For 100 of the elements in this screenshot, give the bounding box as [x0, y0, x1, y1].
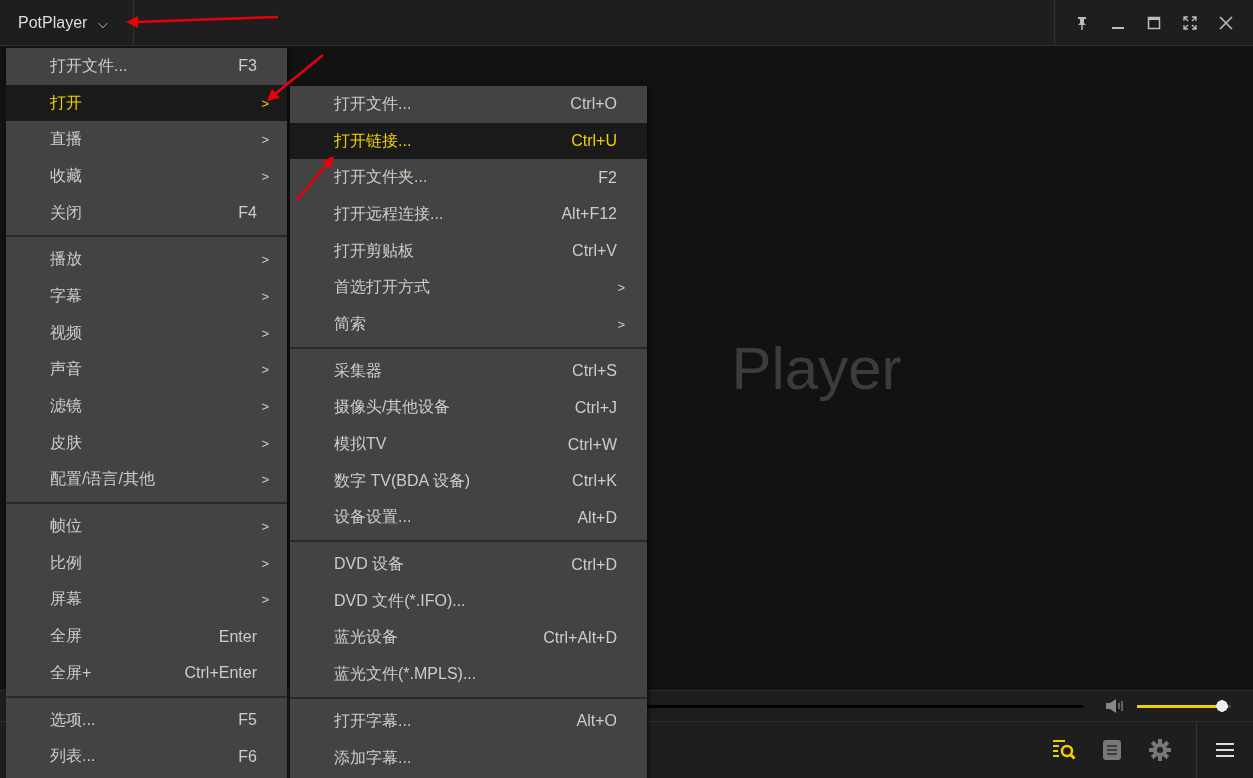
menu-item[interactable]: 蓝光设备 Ctrl+Alt+D	[290, 619, 647, 657]
shortcut-text: Alt+D	[577, 508, 617, 527]
menu-item[interactable]: 比例 >	[6, 544, 287, 582]
shortcut-text: F3	[238, 57, 257, 76]
menu-item-label: 全屏	[50, 626, 83, 647]
shortcut-text: Ctrl+O	[570, 95, 617, 114]
menu-item-label: 模拟TV	[334, 434, 388, 455]
submenu-arrow: >	[617, 280, 625, 296]
menu-item[interactable]: 选项... F5	[6, 701, 287, 739]
shortcut-text: Ctrl+W	[567, 435, 617, 454]
menu-item-label: 收藏	[50, 165, 83, 186]
shortcut-text: F5	[238, 711, 257, 730]
menu-item-label: 配置/语言/其他	[50, 469, 156, 490]
menu-item[interactable]: 屏幕 >	[6, 581, 287, 619]
menu-item-label: 皮肤	[50, 432, 83, 453]
shortcut-text: Ctrl+V	[572, 242, 617, 261]
submenu-arrow: >	[261, 435, 269, 451]
menu-item-label: 摄像头/其他设备	[334, 397, 452, 418]
menu-item-label: 打开字幕...	[334, 710, 413, 731]
shortcut-text: Ctrl+S	[572, 362, 617, 381]
menu-item[interactable]: 打开文件... F3	[6, 48, 287, 85]
submenu-arrow: >	[261, 132, 269, 148]
menu-item[interactable]: 声音 >	[6, 351, 287, 389]
menu-item[interactable]: 采集器 Ctrl+S	[290, 352, 647, 390]
menu-item-label: 简索	[334, 313, 367, 334]
menu-item[interactable]: 首选打开方式 >	[290, 269, 647, 307]
maximize-icon[interactable]	[1147, 15, 1161, 30]
menu-item-label: 打开文件...	[50, 55, 129, 76]
playlist-search-icon[interactable]	[1052, 739, 1076, 761]
submenu-arrow: >	[617, 316, 625, 332]
shortcut-text: Alt+F12	[561, 205, 617, 224]
shortcut-text: F6	[238, 747, 257, 766]
pin-icon[interactable]	[1075, 15, 1089, 30]
menu-item[interactable]: 打开远程连接... Alt+F12	[290, 196, 647, 233]
menu-item[interactable]: 添加字幕...	[290, 739, 647, 777]
menu-item[interactable]: 模拟TV Ctrl+W	[290, 426, 647, 463]
shortcut-text: Ctrl+Alt+D	[543, 628, 617, 647]
menu-item-label: 字幕	[50, 285, 83, 306]
menu-item-label: 直播	[50, 129, 83, 150]
menu-item-label: 声音	[50, 359, 83, 380]
shortcut-text: Ctrl+U	[571, 132, 617, 151]
menu-item[interactable]: 全屏 Enter	[6, 618, 287, 655]
shortcut-text: Ctrl+J	[574, 398, 617, 417]
annotation-arrow	[267, 54, 324, 101]
menu-item[interactable]: 打开文件... Ctrl+O	[290, 86, 647, 123]
menu-item-label: 蓝光文件(*.MPLS)...	[334, 664, 478, 685]
menu-item-label: 添加字幕...	[334, 747, 413, 768]
menu-item[interactable]: 播放 >	[6, 241, 287, 279]
menu-item[interactable]: 视频 >	[6, 314, 287, 352]
fullscreen-icon[interactable]	[1183, 15, 1197, 30]
submenu-arrow: >	[261, 555, 269, 571]
menu-item-label: 全屏+	[50, 662, 93, 683]
menu-item[interactable]: 打开剪贴板 Ctrl+V	[290, 232, 647, 270]
close-icon[interactable]	[1219, 15, 1233, 30]
menu-item-label: 数字 TV(BDA 设备)	[334, 470, 471, 491]
menu-item-label: 关闭	[50, 202, 83, 223]
menu-item[interactable]: DVD 设备 Ctrl+D	[290, 546, 647, 583]
menu-item-label: 比例	[50, 552, 83, 573]
submenu-arrow: >	[261, 399, 269, 415]
menu-item[interactable]: 打开链接... Ctrl+U	[290, 122, 647, 160]
menu-item[interactable]: 数字 TV(BDA 设备) Ctrl+K	[290, 462, 647, 500]
menu-icon[interactable]	[1215, 742, 1235, 758]
menu-item[interactable]: 字幕 >	[6, 278, 287, 315]
submenu-arrow: >	[261, 472, 269, 488]
menu-item[interactable]: 帧位 >	[6, 508, 287, 545]
menu-item-label: 打开文件夹...	[334, 167, 429, 188]
menu-item[interactable]: 滤镜 >	[6, 388, 287, 425]
submenu-arrow: >	[261, 325, 269, 341]
menu-item[interactable]: 收藏 >	[6, 158, 287, 195]
menu-item[interactable]: 关闭 F4	[6, 194, 287, 232]
menu-item[interactable]: 打开 >	[6, 84, 287, 122]
menu-item-label: 采集器	[334, 360, 383, 381]
menu-item[interactable]: 简索 >	[290, 306, 647, 343]
menu-item[interactable]: DVD 文件(*.IFO)...	[290, 582, 647, 620]
menu-item-label: 列表...	[50, 746, 97, 767]
menu-item-label: 打开链接...	[334, 130, 413, 151]
shortcut-text: Ctrl+K	[572, 472, 617, 491]
menu-item[interactable]: 列表... F6	[6, 738, 287, 776]
submenu-arrow: >	[261, 252, 269, 268]
menu-item-label: 视频	[50, 322, 83, 343]
menu-item[interactable]: 蓝光文件(*.MPLS)...	[290, 656, 647, 693]
submenu-arrow: >	[261, 592, 269, 608]
menu-item[interactable]: 全屏+ Ctrl+Enter	[6, 655, 287, 692]
speaker-icon[interactable]	[1105, 698, 1125, 714]
menu-item[interactable]: 打开字幕... Alt+O	[290, 703, 647, 740]
menu-item[interactable]: 摄像头/其他设备 Ctrl+J	[290, 389, 647, 427]
submenu-arrow: >	[261, 362, 269, 378]
document-icon[interactable]	[1100, 739, 1124, 761]
menu-item[interactable]: 打开文件夹... F2	[290, 159, 647, 197]
menu-item-label: 屏幕	[50, 589, 83, 610]
menu-item-label: 蓝光设备	[334, 627, 399, 648]
menu-item[interactable]: 直播 >	[6, 121, 287, 159]
menu-item[interactable]: 皮肤 >	[6, 424, 287, 462]
menu-item-label: 打开剪贴板	[334, 240, 415, 261]
menu-item-label: 打开	[50, 92, 83, 113]
menu-item[interactable]: 配置/语言/其他 >	[6, 461, 287, 499]
menu-item[interactable]: 设备设置... Alt+D	[290, 499, 647, 537]
menu-item-label: 选项...	[50, 709, 97, 730]
submenu-arrow: >	[261, 95, 269, 111]
menu-item-label: 打开远程连接...	[334, 203, 445, 224]
